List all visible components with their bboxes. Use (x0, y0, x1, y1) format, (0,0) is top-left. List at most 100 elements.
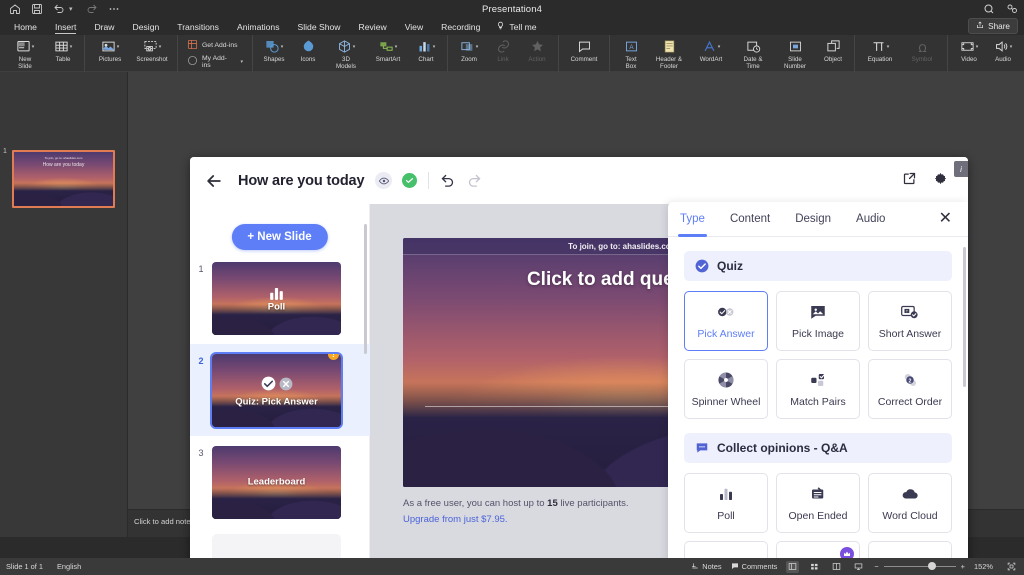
audio-button[interactable]: ▾ Audio (986, 35, 1020, 72)
text-box-button[interactable]: A Text Box (614, 35, 648, 72)
panel-scrollbar[interactable] (963, 247, 966, 387)
tile-word-cloud[interactable]: Word Cloud (868, 473, 952, 533)
table-button[interactable]: ▾ Table (46, 35, 80, 72)
ribbon-group-images: ▾ Pictures ▾ Screenshot (85, 35, 178, 72)
pictures-icon (101, 38, 116, 55)
comments-button[interactable]: Comments (731, 562, 778, 572)
equation-label: Equation (868, 56, 892, 63)
icons-button[interactable]: Icons (291, 35, 325, 72)
presentation-title[interactable]: How are you today (238, 173, 364, 189)
my-addins-icon (187, 55, 198, 68)
info-badge[interactable]: i (954, 161, 968, 177)
quiz-type-grid: Pick Answer Pick Image T Short Answer (684, 291, 952, 419)
gear-icon[interactable] (933, 171, 948, 191)
tab-audio[interactable]: Audio (856, 202, 885, 237)
tab-view[interactable]: View (396, 18, 432, 35)
date-time-button[interactable]: Date & Time (732, 35, 774, 72)
chart-button[interactable]: ▾ Chart (409, 35, 443, 72)
tab-content[interactable]: Content (730, 202, 770, 237)
screenshot-button[interactable]: ▾ Screenshot (131, 35, 173, 72)
slide-sorter-icon[interactable] (808, 561, 821, 573)
reading-view-icon[interactable] (830, 561, 843, 573)
slide-thumbnail[interactable]: Quiz: Pick Answer ! (212, 354, 341, 427)
ribbon-group-media: ▾ Video ▾ Audio (948, 35, 1024, 72)
tile-pick-image[interactable]: Pick Image (776, 291, 860, 351)
new-slide-button[interactable]: ▾ New Slide (4, 35, 46, 72)
shapes-button[interactable]: ▾ Shapes (257, 35, 291, 72)
list-item[interactable]: 3 Leaderboard (190, 436, 370, 528)
section-header-quiz: Quiz (684, 251, 952, 281)
tab-slide-show[interactable]: Slide Show (289, 18, 350, 35)
my-addins-button[interactable]: My Add-ins ▾ (187, 55, 243, 69)
zoom-button[interactable]: ▾ Zoom (452, 35, 486, 72)
object-button[interactable]: Object (816, 35, 850, 72)
slide-list-scrollbar[interactable] (364, 224, 367, 354)
close-icon[interactable]: ✕ (939, 211, 952, 227)
normal-view-icon[interactable] (786, 561, 799, 573)
language-label[interactable]: English (57, 562, 81, 571)
video-button[interactable]: ▾ Video (952, 35, 986, 72)
tab-animations[interactable]: Animations (228, 18, 289, 35)
slide-thumbnail[interactable]: Leaderboard (212, 446, 341, 519)
tile-label: Spinner Wheel (692, 396, 761, 408)
tab-review[interactable]: Review (350, 18, 396, 35)
smartart-button[interactable]: ▾ SmartArt (367, 35, 409, 72)
tab-draw[interactable]: Draw (85, 18, 123, 35)
wordart-button[interactable]: ▾ WordArt (690, 35, 732, 72)
symbol-icon (915, 38, 930, 55)
chart-icon (417, 38, 432, 55)
3d-models-button[interactable]: ▾ 3D Models (325, 35, 367, 72)
tile-poll[interactable]: Poll (684, 473, 768, 533)
slide-type-panel: Type Content Design Audio ✕ Quiz Pick An… (668, 202, 968, 575)
back-arrow-icon[interactable] (204, 171, 224, 191)
list-item[interactable]: 2 Quiz: Pick Answer ! (190, 344, 370, 436)
tile-match-pairs[interactable]: Match Pairs (776, 359, 860, 419)
eye-icon[interactable] (375, 172, 392, 189)
tile-open-ended[interactable]: Open Ended (776, 473, 860, 533)
slide-thumbnail-1[interactable]: To join, go to: ahaslides.com How are yo… (12, 150, 115, 208)
undo-icon[interactable] (440, 173, 455, 188)
slide-number-button[interactable]: Slide Number (774, 35, 816, 72)
header-footer-button[interactable]: Header & Footer (648, 35, 690, 72)
pictures-button[interactable]: ▾ Pictures (89, 35, 131, 72)
zoom-slider[interactable]: − + (874, 562, 965, 571)
share-icon[interactable] (902, 171, 917, 191)
zoom-in-button[interactable]: + (961, 562, 965, 571)
check-circle-icon (402, 173, 417, 188)
tile-short-answer[interactable]: T Short Answer (868, 291, 952, 351)
comment-button[interactable]: Comment (563, 35, 605, 72)
get-addins-label: Get Add-ins (202, 42, 238, 49)
list-item[interactable]: 1 Poll (190, 252, 370, 344)
tab-home[interactable]: Home (5, 18, 46, 35)
fit-slide-icon[interactable] (1005, 561, 1018, 573)
zoom-percent-label[interactable]: 152% (974, 562, 996, 571)
tell-me-search[interactable]: Tell me (489, 21, 536, 32)
zoom-track[interactable] (884, 566, 956, 568)
zoom-knob[interactable] (928, 562, 936, 570)
tab-design[interactable]: Design (795, 202, 831, 237)
equation-button[interactable]: ▾ Equation (859, 35, 901, 72)
tab-design[interactable]: Design (124, 18, 169, 35)
ahaslides-slide-list: + New Slide 1 Poll 2 (190, 204, 370, 575)
tile-spinner-wheel[interactable]: Spinner Wheel (684, 359, 768, 419)
screenshot-label: Screenshot (136, 56, 167, 63)
tile-pick-answer[interactable]: Pick Answer (684, 291, 768, 351)
share-button[interactable]: Share (968, 18, 1018, 34)
audio-icon (994, 38, 1009, 55)
get-addins-button[interactable]: Get Add-ins (187, 39, 243, 52)
tile-correct-order[interactable]: 2 Correct Order (868, 359, 952, 419)
tab-recording[interactable]: Recording (432, 18, 489, 35)
new-slide-button[interactable]: + New Slide (231, 224, 327, 250)
notes-label: Notes (702, 562, 721, 571)
new-slide-icon (16, 38, 31, 55)
correct-order-icon: 2 (901, 371, 919, 390)
upgrade-link[interactable]: Upgrade from just $7.95. (403, 514, 508, 525)
tab-insert[interactable]: Insert (46, 18, 86, 35)
tab-transitions[interactable]: Transitions (168, 18, 228, 35)
zoom-out-button[interactable]: − (874, 562, 878, 571)
slide-thumbnail[interactable]: Poll (212, 262, 341, 335)
notes-button[interactable]: Notes (691, 562, 721, 572)
tab-type[interactable]: Type (680, 202, 705, 237)
ribbon-group-illustrations: ▾ Shapes Icons ▾ 3D Models ▾ SmartArt ▾ … (253, 35, 448, 72)
slideshow-icon[interactable] (852, 561, 865, 573)
